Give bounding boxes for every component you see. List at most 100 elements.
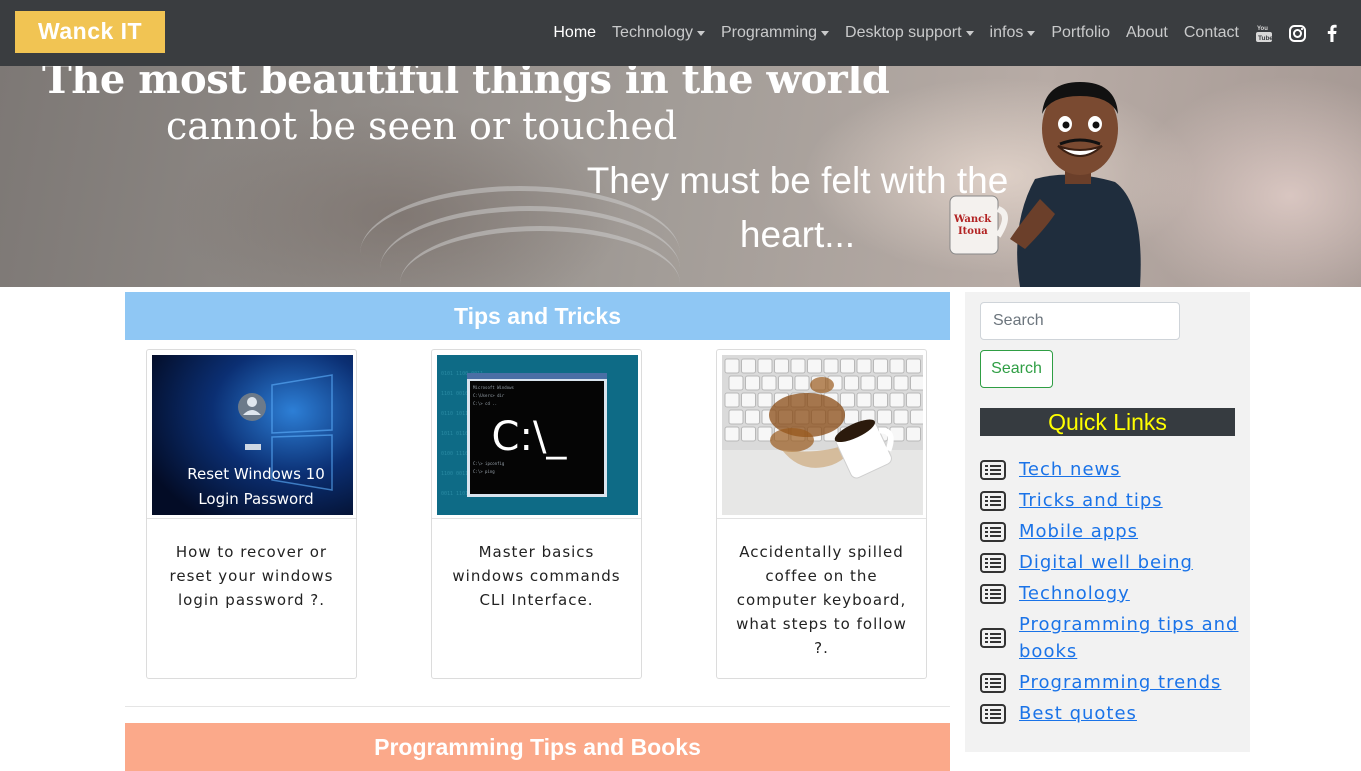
keyboard-key: [724, 392, 740, 408]
nav-about[interactable]: About: [1126, 24, 1168, 42]
quick-link-digital-well-being[interactable]: Digital well being: [1019, 549, 1193, 576]
keyboard-key: [910, 375, 923, 391]
list-item: Best quotes: [980, 700, 1240, 727]
card-image-coffee-keyboard: [722, 355, 923, 515]
caret-down-icon: [1027, 30, 1036, 36]
youtube-icon[interactable]: You Tube: [1254, 24, 1273, 43]
nav-portfolio[interactable]: Portfolio: [1051, 24, 1110, 42]
keyboard-key: [741, 358, 756, 374]
avatar-illustration: Wanck Itoua: [949, 82, 1141, 287]
navbar: Wanck IT Home Technology Programming Des…: [0, 0, 1361, 66]
keyboard-key: [910, 409, 923, 425]
nav-home[interactable]: Home: [553, 24, 596, 42]
keyboard-key: [745, 375, 760, 391]
caret-down-icon: [697, 30, 705, 36]
quick-link-tech-news[interactable]: Tech news: [1019, 456, 1121, 483]
search-input[interactable]: [980, 302, 1180, 340]
keyboard-key: [757, 392, 773, 408]
quick-link-technology[interactable]: Technology: [1019, 580, 1130, 607]
svg-text:Itoua: Itoua: [958, 226, 988, 237]
nav-menu: Home Technology Programming Desktop supp…: [537, 0, 1341, 66]
keyboard-key: [840, 392, 855, 408]
facebook-icon[interactable]: [1322, 24, 1341, 43]
keyboard-key: [877, 409, 892, 425]
list-item: Digital well being: [980, 549, 1240, 576]
card-image-command-prompt: 0101 1100 0011 1101 0010 0111 0110 1011 00…: [437, 355, 638, 515]
svg-text:You: You: [1257, 26, 1268, 32]
hero-quote-line-1: The most beautiful things in the world: [42, 66, 890, 103]
card-image-prompt-text: C:\_: [492, 414, 568, 460]
keyboard-key: [856, 392, 872, 408]
nav-technology[interactable]: Technology: [612, 24, 705, 42]
svg-text:Microsoft Windows: Microsoft Windows: [473, 385, 515, 390]
svg-text:Wanck: Wanck: [953, 214, 992, 225]
keyboard-key: [889, 358, 905, 374]
keyboard-key: [856, 358, 872, 374]
list-alt-icon: [980, 583, 1006, 604]
keyboard-key: [790, 358, 806, 374]
quick-link-programming-trends[interactable]: Programming trends: [1019, 669, 1221, 696]
list-alt-icon: [980, 490, 1006, 511]
keyboard-key: [745, 409, 760, 425]
list-item: Programming tips and books: [980, 611, 1240, 665]
keyboard-key: [724, 358, 740, 374]
tips-and-tricks-heading: Tips and Tricks: [125, 292, 950, 340]
keyboard-key: [860, 375, 876, 391]
nav-programming[interactable]: Programming: [721, 24, 830, 42]
programming-tips-heading: Programming Tips and Books: [125, 723, 950, 771]
keyboard-key: [728, 409, 744, 425]
card-title[interactable]: How to recover or reset your windows log…: [165, 540, 338, 612]
sidebar: Search Quick Links Tech news Tricks and …: [965, 292, 1250, 752]
brand-logo[interactable]: Wanck IT: [15, 11, 165, 53]
svg-text:Tube: Tube: [1258, 35, 1272, 42]
keyboard-key: [757, 426, 773, 442]
search-button[interactable]: Search: [980, 350, 1053, 388]
keyboard-key: [778, 375, 793, 391]
keyboard-key: [728, 375, 744, 391]
nav-contact[interactable]: Contact: [1184, 24, 1239, 42]
keyboard-key: [873, 392, 888, 408]
list-item: Mobile apps: [980, 518, 1240, 545]
svg-text:C:\> ping: C:\> ping: [473, 469, 495, 474]
quick-link-mobile-apps[interactable]: Mobile apps: [1019, 518, 1138, 545]
quick-links-heading: Quick Links: [980, 408, 1235, 436]
quick-link-tricks-and-tips[interactable]: Tricks and tips: [1019, 487, 1163, 514]
keyboard-key: [906, 426, 921, 442]
card-image-caption-1: Reset Windows 10: [187, 465, 324, 483]
list-alt-icon: [980, 628, 1006, 648]
list-alt-icon: [980, 672, 1006, 693]
keyboard-key: [807, 358, 822, 374]
article-card-spilled-coffee[interactable]: Accidentally spilled coffee on the compu…: [716, 349, 927, 679]
section-divider: [125, 706, 950, 707]
keyboard-key: [893, 375, 909, 391]
instagram-icon[interactable]: [1288, 24, 1307, 43]
nav-infos[interactable]: infos: [990, 24, 1036, 42]
nav-desktop-support[interactable]: Desktop support: [845, 24, 974, 42]
keyboard-key: [741, 426, 756, 442]
svg-text:C:\> cd ..: C:\> cd ..: [473, 401, 497, 406]
hero-quote-line-2: cannot be seen or touched: [166, 104, 678, 148]
keyboard-key: [844, 375, 859, 391]
keyboard-key: [840, 358, 855, 374]
keyboard-key: [741, 392, 756, 408]
article-card-windows-cli[interactable]: 0101 1100 0011 1101 0010 0111 0110 1011 00…: [431, 349, 642, 679]
keyboard-key: [906, 392, 921, 408]
list-item: Technology: [980, 580, 1240, 607]
list-alt-icon: [980, 459, 1006, 480]
quick-link-best-quotes[interactable]: Best quotes: [1019, 700, 1137, 727]
keyboard-key: [889, 392, 905, 408]
svg-text:C:\> ipconfig: C:\> ipconfig: [473, 461, 505, 466]
keyboard-key: [873, 358, 888, 374]
keyboard-key: [823, 358, 839, 374]
keyboard-key: [757, 358, 773, 374]
quick-link-programming-tips-and-books[interactable]: Programming tips and books: [1019, 611, 1240, 665]
keyboard-key: [761, 375, 777, 391]
list-item: Tech news: [980, 456, 1240, 483]
caret-down-icon: [965, 30, 974, 36]
card-image-caption-2: Login Password: [198, 490, 313, 508]
card-title[interactable]: Accidentally spilled coffee on the compu…: [735, 540, 908, 660]
keyboard-key: [877, 375, 892, 391]
list-alt-icon: [980, 521, 1006, 542]
card-title[interactable]: Master basics windows commands CLI Inter…: [450, 540, 623, 612]
article-card-reset-password[interactable]: Reset Windows 10 Login Password How to r…: [146, 349, 357, 679]
